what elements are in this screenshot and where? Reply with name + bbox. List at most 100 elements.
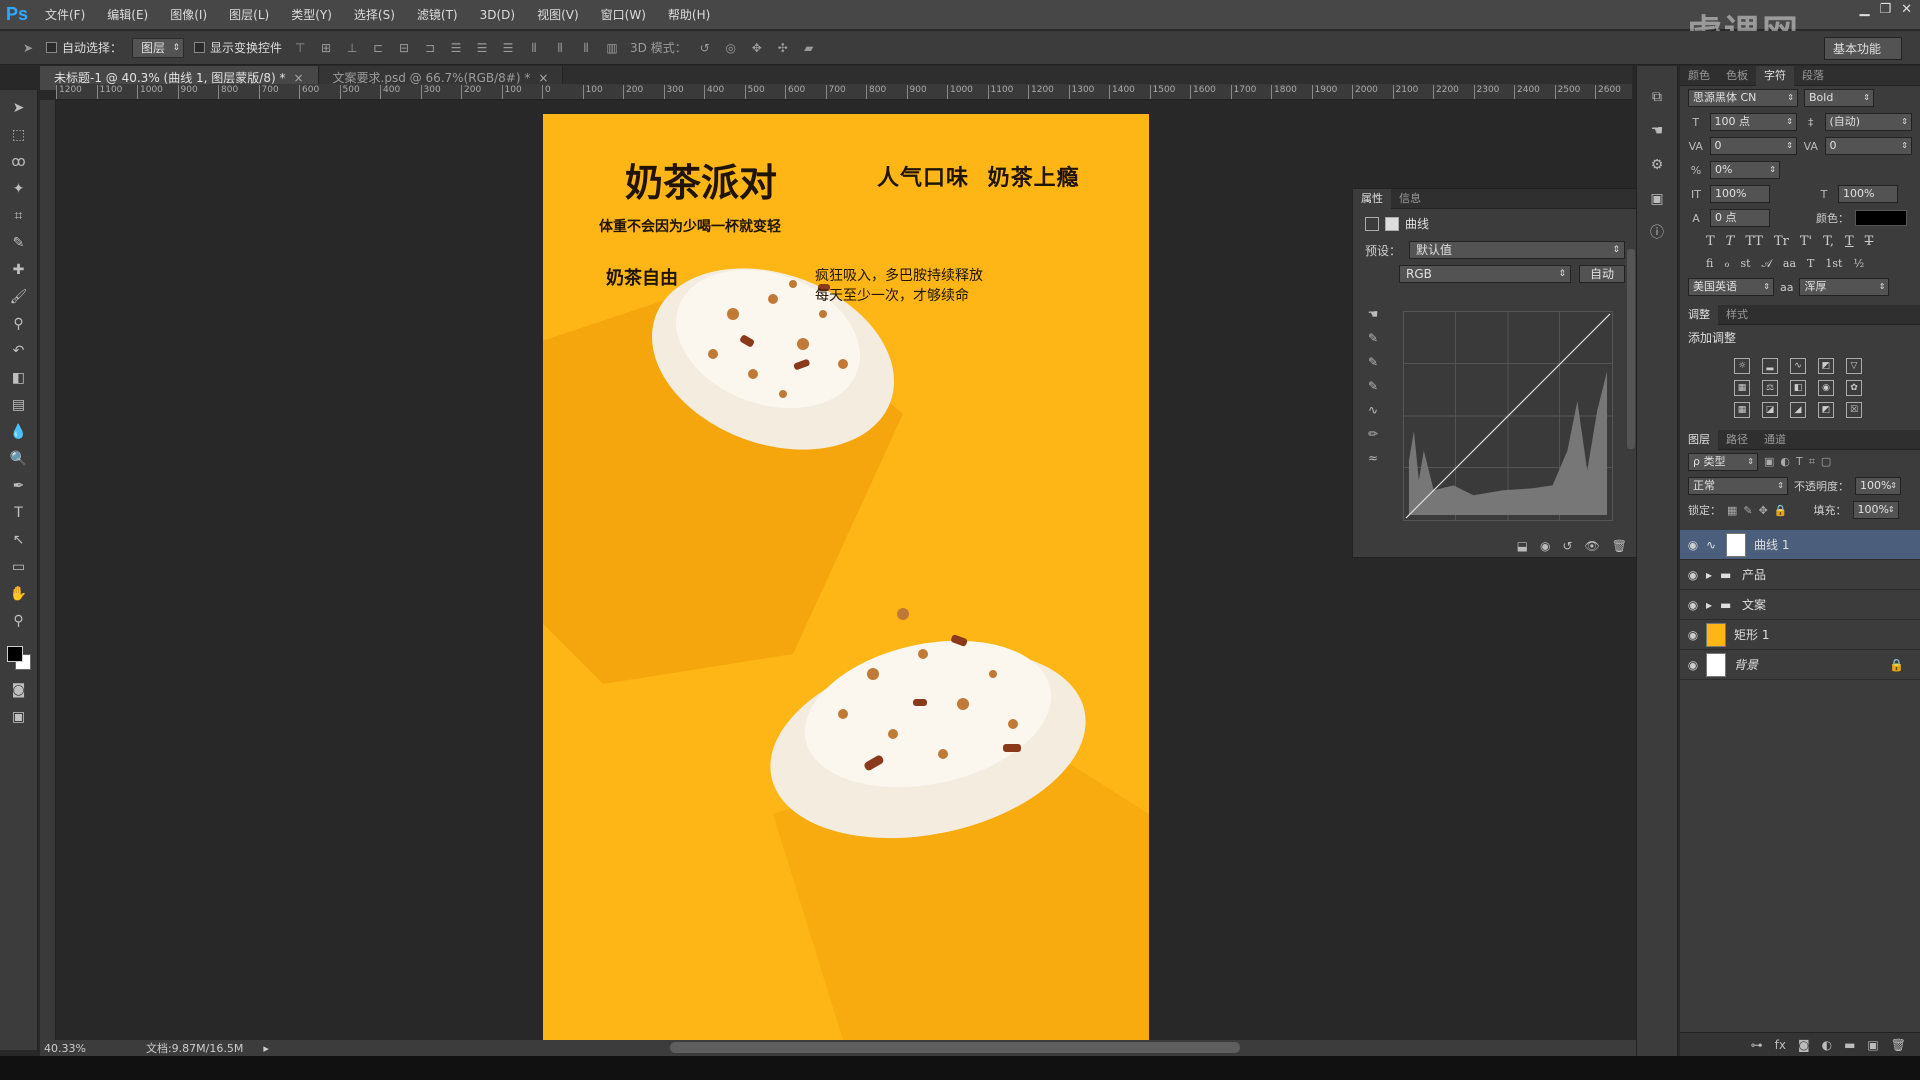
font-family-dropdown[interactable]: 思源黑体 CN	[1688, 89, 1798, 107]
auto-align-icon[interactable]: ▥	[604, 40, 620, 56]
orbit-3d-icon[interactable]: ↺	[697, 40, 713, 56]
language-dropdown[interactable]: 美国英语	[1688, 278, 1774, 296]
tab-paths[interactable]: 路径	[1718, 430, 1756, 450]
marquee-tool-icon[interactable]: ⬚	[5, 123, 33, 148]
link-layers-icon[interactable]: ⊶	[1751, 1038, 1763, 1052]
expand-triangle-icon[interactable]: ▸	[1706, 568, 1720, 582]
levels-icon[interactable]: ▂	[1762, 358, 1778, 374]
photo-filter-icon[interactable]: ◉	[1818, 380, 1834, 396]
pencil-icon[interactable]: ✏	[1363, 427, 1383, 443]
gray-point-eyedropper-icon[interactable]: ✎	[1363, 355, 1383, 371]
type-tool-icon[interactable]: T	[5, 501, 33, 526]
distribute-right-icon[interactable]: ⫴	[578, 40, 594, 56]
move-tool-icon[interactable]: ➤	[20, 40, 36, 56]
visibility-eye-icon[interactable]: ◉	[1680, 598, 1706, 612]
distribute-bottom-icon[interactable]: ☰	[500, 40, 516, 56]
titling-icon[interactable]: T	[1807, 257, 1814, 271]
menu-help[interactable]: 帮助(H)	[657, 0, 721, 30]
magic-wand-tool-icon[interactable]: ✦	[5, 177, 33, 202]
menu-3d[interactable]: 3D(D)	[469, 0, 526, 30]
lock-icons[interactable]: ▦✎✥🔒	[1727, 504, 1794, 517]
dodge-tool-icon[interactable]: 🔍	[5, 447, 33, 472]
align-left-icon[interactable]: ⊏	[370, 40, 386, 56]
smooth-icon[interactable]: ≈	[1363, 451, 1383, 467]
underline-icon[interactable]: T	[1845, 234, 1854, 249]
tab-paragraph[interactable]: 段落	[1794, 66, 1832, 86]
visibility-eye-icon[interactable]: ◉	[1680, 568, 1706, 582]
align-bottom-icon[interactable]: ⊥	[344, 40, 360, 56]
font-size-field[interactable]: 100 点	[1709, 113, 1797, 131]
invert-icon[interactable]: ◪	[1762, 402, 1778, 418]
tab-layers[interactable]: 图层	[1680, 429, 1718, 450]
blur-tool-icon[interactable]: 💧	[5, 420, 33, 445]
distribute-top-icon[interactable]: ☰	[448, 40, 464, 56]
visibility-eye-icon[interactable]: ◉	[1680, 658, 1706, 672]
curve-graph[interactable]	[1403, 311, 1613, 521]
curve-point-icon[interactable]: ∿	[1363, 403, 1383, 419]
fx-icon[interactable]: fx	[1775, 1038, 1786, 1052]
status-menu-arrow-icon[interactable]: ▸	[263, 1042, 269, 1055]
align-vcenter-icon[interactable]: ⊞	[318, 40, 334, 56]
layer-row-curves[interactable]: ◉ ∿ 曲线 1	[1680, 530, 1920, 560]
new-layer-icon[interactable]: ▣	[1867, 1038, 1878, 1052]
auto-select-checkbox[interactable]: 自动选择：	[46, 39, 122, 56]
actions-icon[interactable]: ☚	[1645, 120, 1669, 142]
hue-saturation-icon[interactable]: ▦	[1734, 380, 1750, 396]
stylistic-alt-icon[interactable]: aa	[1783, 257, 1796, 271]
quick-mask-icon[interactable]: ◙	[5, 678, 33, 703]
show-transform-checkbox[interactable]: 显示变换控件	[194, 39, 282, 56]
menu-type[interactable]: 类型(Y)	[280, 0, 343, 30]
poster-artboard[interactable]: 奶茶派对 人气口味 奶茶上瘾 体重不会因为少喝一杯就变轻 奶茶自由 疯狂吸入，多…	[543, 114, 1149, 1040]
faux-italic-icon[interactable]: T	[1726, 234, 1735, 249]
vertical-scale-field[interactable]: 100%	[1710, 185, 1770, 203]
visibility-icon[interactable]: 👁	[1585, 539, 1600, 553]
color-lookup-icon[interactable]: ▦	[1734, 402, 1750, 418]
move-tool-icon[interactable]: ➤	[5, 96, 33, 121]
layer-filter-dropdown[interactable]: ρ 类型	[1688, 453, 1758, 471]
preset-dropdown[interactable]: 默认值	[1409, 241, 1625, 259]
tab-character[interactable]: 字符	[1756, 65, 1794, 86]
brightness-contrast-icon[interactable]: ☼	[1734, 358, 1750, 374]
black-point-eyedropper-icon[interactable]: ✎	[1363, 331, 1383, 347]
expand-triangle-icon[interactable]: ▸	[1706, 598, 1720, 612]
layer-row-copy[interactable]: ◉ ▸ ▬ 文案	[1680, 590, 1920, 620]
zoom-tool-icon[interactable]: ⚲	[5, 609, 33, 634]
menu-edit[interactable]: 编辑(E)	[96, 0, 159, 30]
add-mask-icon[interactable]: ◙	[1798, 1038, 1810, 1052]
fraction-icon[interactable]: ½	[1853, 257, 1864, 271]
all-caps-icon[interactable]: TT	[1745, 234, 1763, 249]
clone-stamp-tool-icon[interactable]: ⚲	[5, 312, 33, 337]
eraser-tool-icon[interactable]: ◧	[5, 366, 33, 391]
auto-select-dropdown[interactable]: 图层	[132, 37, 185, 58]
layer-row-product[interactable]: ◉ ▸ ▬ 产品	[1680, 560, 1920, 590]
menu-window[interactable]: 窗口(W)	[590, 0, 657, 30]
new-group-icon[interactable]: ▬	[1844, 1038, 1855, 1052]
properties-icon[interactable]: ▣	[1645, 188, 1669, 210]
text-color-swatch[interactable]	[1855, 210, 1907, 226]
layer-row-rectangle[interactable]: ◉ 矩形 1	[1680, 620, 1920, 650]
new-adjustment-icon[interactable]: ◐	[1822, 1038, 1832, 1052]
zoom-level[interactable]: 40.33%	[44, 1042, 86, 1055]
selective-color-icon[interactable]: ☒	[1846, 402, 1862, 418]
tab-info[interactable]: 信息	[1391, 189, 1429, 209]
layer-row-background[interactable]: ◉ 背景 🔒	[1680, 650, 1920, 680]
menu-select[interactable]: 选择(S)	[343, 0, 406, 30]
distribute-hcenter-icon[interactable]: ⫴	[552, 40, 568, 56]
tab-styles[interactable]: 样式	[1718, 305, 1756, 325]
black-white-icon[interactable]: ◧	[1790, 380, 1806, 396]
history-icon[interactable]: ⧉	[1645, 86, 1669, 108]
strikethrough-icon[interactable]: T	[1865, 234, 1874, 249]
history-brush-tool-icon[interactable]: ↶	[5, 339, 33, 364]
reset-icon[interactable]: ↺	[1562, 539, 1572, 553]
color-balance-icon[interactable]: ⚖	[1762, 380, 1778, 396]
superscript-icon[interactable]: T'	[1800, 234, 1812, 249]
workspace-dropdown[interactable]: 基本功能	[1823, 37, 1902, 60]
layer-mask-thumbnail[interactable]	[1726, 532, 1746, 557]
pan-3d-icon[interactable]: ✥	[749, 40, 765, 56]
roll-3d-icon[interactable]: ◎	[723, 40, 739, 56]
tab-color[interactable]: 颜色	[1680, 66, 1718, 86]
horizontal-scale-field[interactable]: 100%	[1838, 185, 1898, 203]
font-style-dropdown[interactable]: Bold	[1804, 89, 1874, 107]
healing-brush-tool-icon[interactable]: ✚	[5, 258, 33, 283]
channel-mixer-icon[interactable]: ✿	[1846, 380, 1862, 396]
